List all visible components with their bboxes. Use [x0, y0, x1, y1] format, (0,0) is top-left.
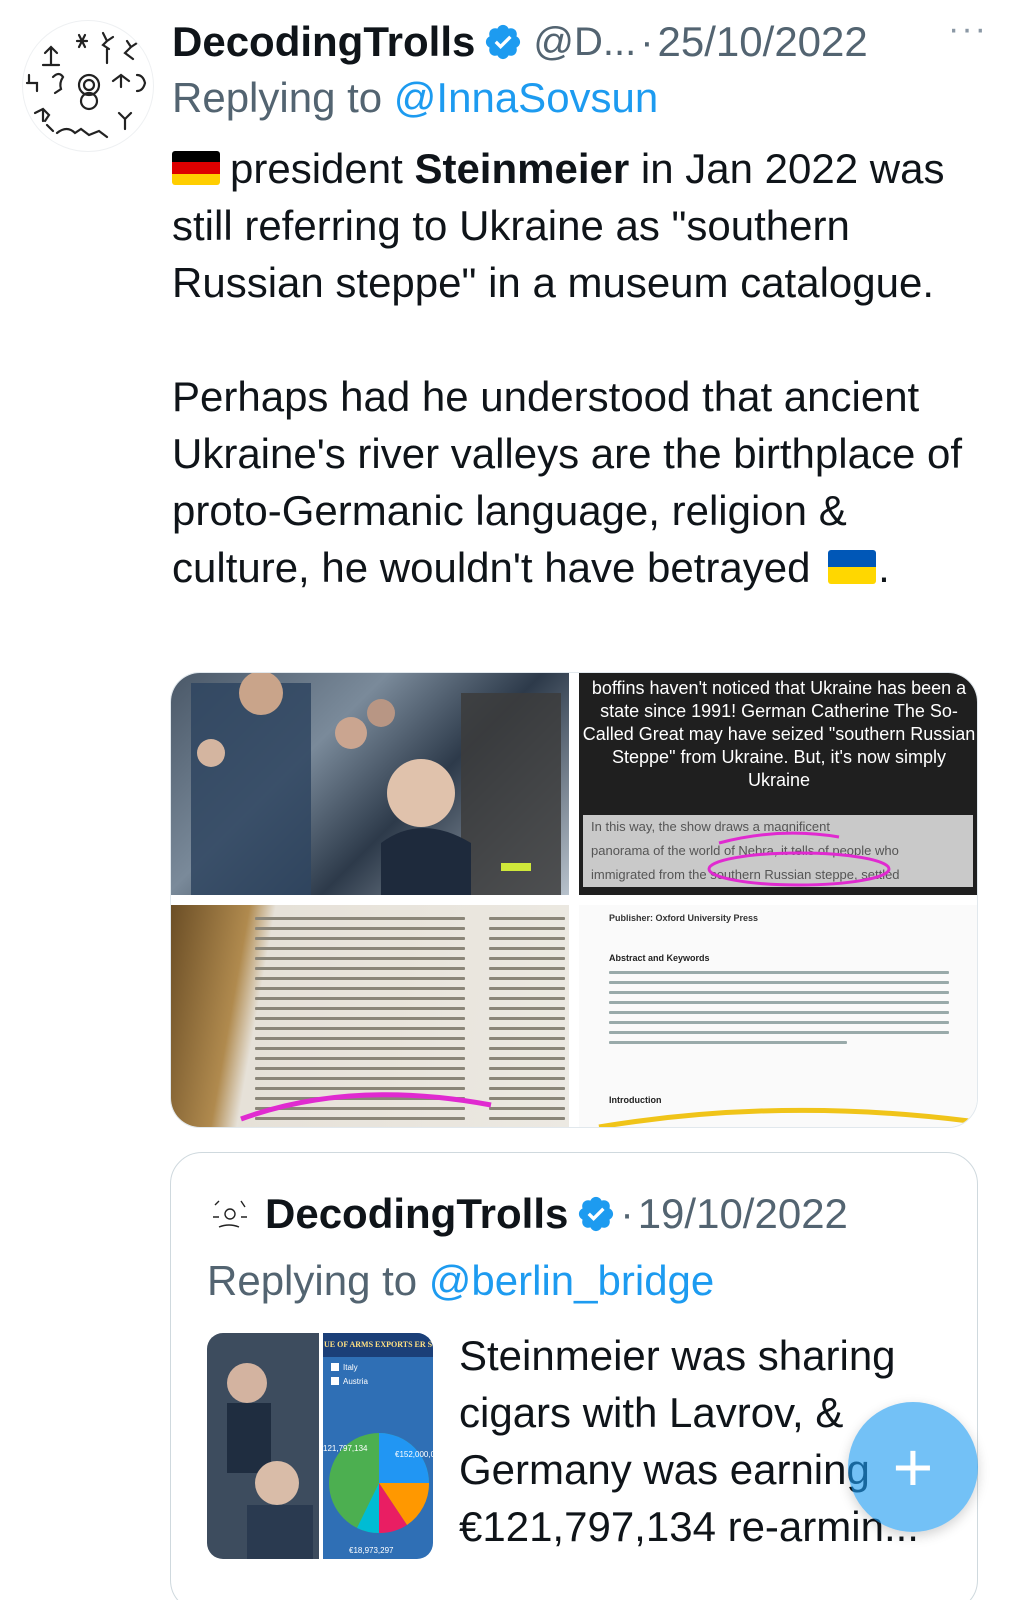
thumb-label-1: 121,797,134: [323, 1444, 368, 1453]
author-handle[interactable]: @D...: [533, 20, 636, 65]
ukraine-flag-icon: [828, 549, 877, 584]
petroglyph-logo-icon: [25, 31, 147, 139]
verified-badge-icon: [576, 1194, 616, 1234]
photo-catalogue-caption[interactable]: boffins haven't noticed that Ukraine has…: [579, 673, 977, 895]
book-highlight-icon: [240, 1092, 492, 1122]
quoted-tweet-date[interactable]: 19/10/2022: [638, 1190, 848, 1238]
thumb-chart-title: UE OF ARMS EXPORTS ER STATESTO RUSSIA (2: [324, 1340, 433, 1349]
media-grid[interactable]: boffins haven't noticed that Ukraine has…: [170, 672, 978, 1128]
quoted-tweet-header: DecodingTrolls · 19/10/2022: [207, 1189, 848, 1239]
photo-figures: [191, 673, 561, 895]
author-name[interactable]: DecodingTrolls: [172, 18, 475, 66]
quoted-reply-to-mention[interactable]: @berlin_bridge: [429, 1257, 714, 1304]
text-steinmeier: Steinmeier: [414, 145, 630, 192]
quoted-author-avatar[interactable]: [207, 1191, 253, 1237]
thumb-legend-2: Austria: [343, 1377, 368, 1386]
thumb-label-2: €152,000,00: [395, 1450, 433, 1459]
photo-museum-book[interactable]: [171, 905, 569, 1127]
thumb-legend-1: Italy: [343, 1363, 358, 1372]
verified-badge-icon: [483, 22, 523, 62]
highlight-circle-icon: [707, 831, 891, 887]
separator-dot: ·: [620, 1191, 634, 1236]
quoted-replying-to-label: Replying to: [207, 1257, 418, 1304]
quoted-author-name[interactable]: DecodingTrolls: [265, 1190, 568, 1238]
compose-tweet-button[interactable]: +: [848, 1402, 978, 1532]
germany-flag-icon: [172, 150, 220, 185]
quoted-tweet[interactable]: DecodingTrolls · 19/10/2022 Replying to …: [170, 1152, 978, 1600]
separator-dot: ·: [640, 19, 654, 64]
petroglyph-logo-icon: [213, 1200, 247, 1228]
replying-to-label: Replying to: [172, 74, 383, 121]
photo-oxford-abstract[interactable]: Publisher: Oxford University Press Abstr…: [579, 905, 977, 1127]
tweet-date[interactable]: 25/10/2022: [658, 18, 868, 66]
author-avatar[interactable]: [22, 20, 154, 152]
photo-steinmeier-crowd[interactable]: [171, 673, 569, 895]
reply-to-mention[interactable]: @InnaSovsun: [394, 74, 658, 121]
text-line1-b: in Jan 2022: [640, 145, 859, 192]
replying-to: Replying to @InnaSovsun: [172, 74, 658, 122]
quoted-media-thumbnail[interactable]: UE OF ARMS EXPORTS ER STATESTO RUSSIA (2…: [207, 1333, 433, 1559]
text-para2-end: .: [878, 544, 890, 591]
text-line1-a: president: [230, 145, 403, 192]
abstract-highlight-icon: [598, 1107, 970, 1127]
quoted-replying-to: Replying to @berlin_bridge: [207, 1257, 714, 1305]
quoted-thumbnail-image: UE OF ARMS EXPORTS ER STATESTO RUSSIA (2…: [207, 1333, 433, 1559]
plus-icon: +: [892, 1428, 934, 1506]
tweet-text: president Steinmeier in Jan 2022 was sti…: [172, 140, 982, 596]
more-options-icon[interactable]: ···: [948, 10, 988, 49]
tweet[interactable]: DecodingTrolls @D... · 25/10/2022 ··· Re…: [0, 0, 1018, 1600]
tweet-header: DecodingTrolls @D... · 25/10/2022: [172, 12, 1002, 72]
thumb-label-3: €18,973,297: [349, 1546, 394, 1555]
